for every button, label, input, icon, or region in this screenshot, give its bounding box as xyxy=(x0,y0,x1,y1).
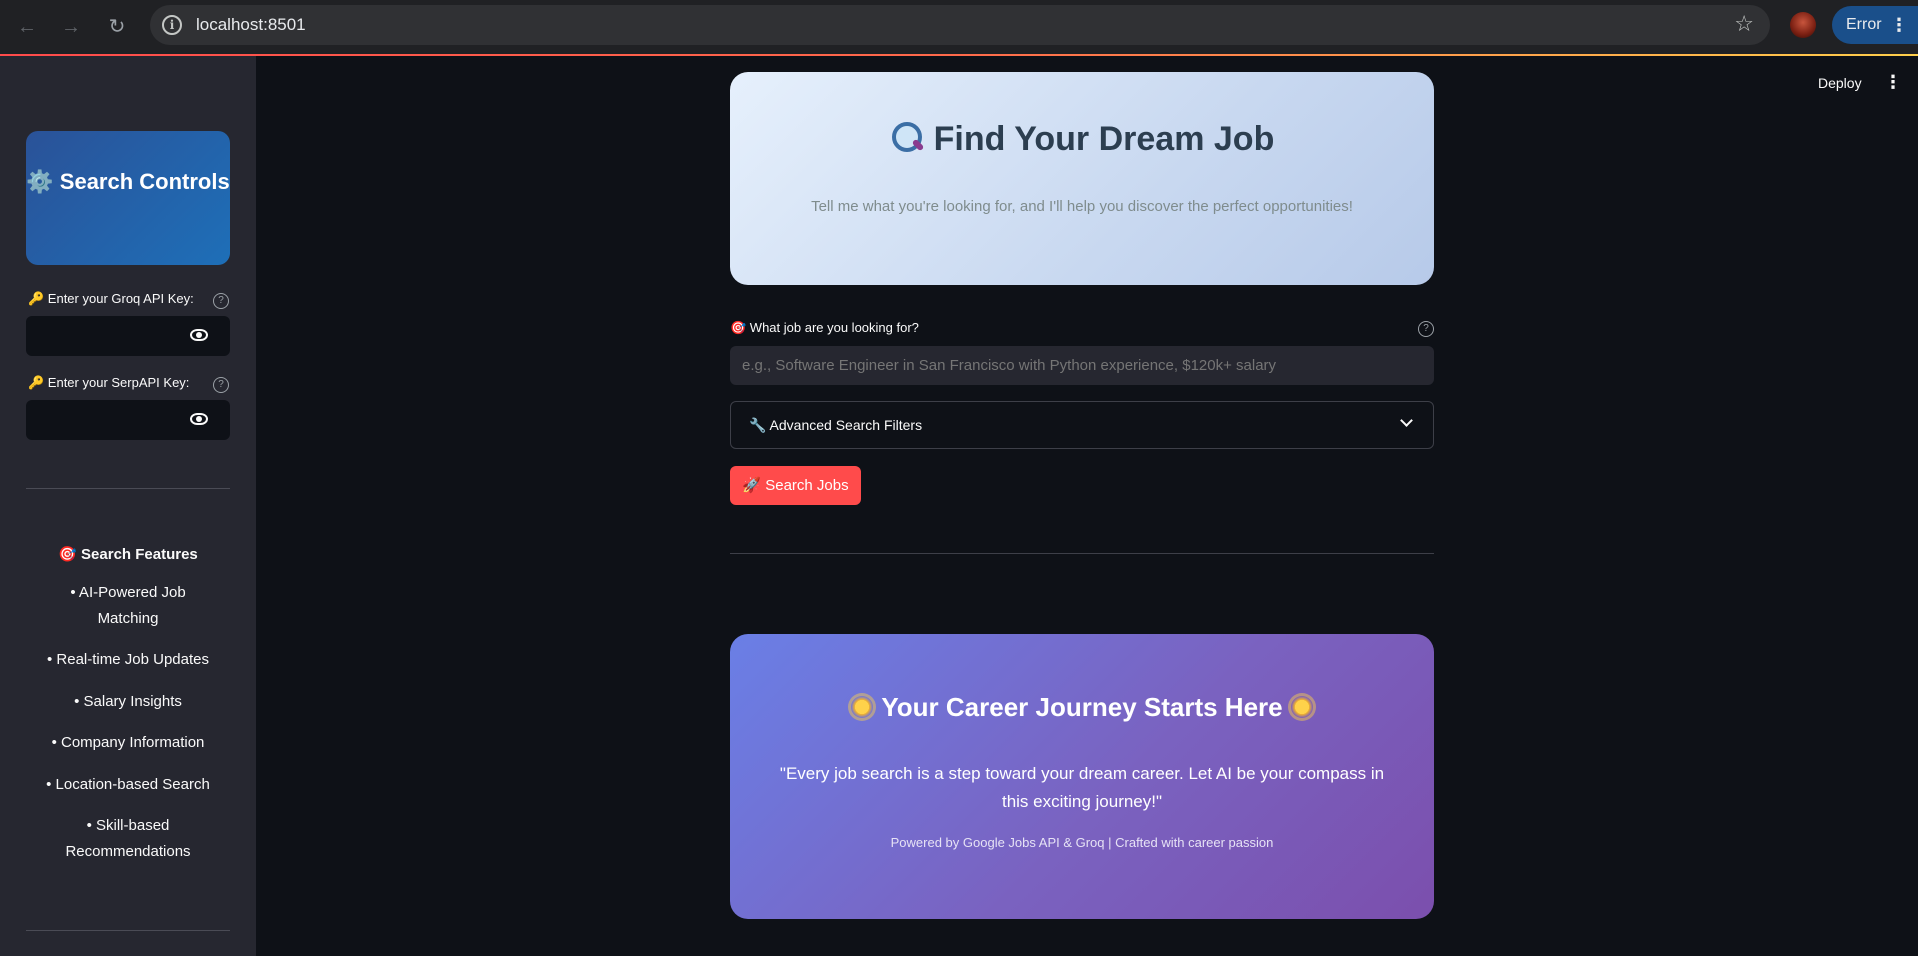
search-controls-title: ⚙️ Search Controls xyxy=(26,169,230,194)
glowing-star-icon xyxy=(1290,696,1313,718)
profile-error-label: Error xyxy=(1846,16,1882,33)
advanced-filters-label: 🔧 Advanced Search Filters xyxy=(749,417,923,433)
feature-item: • Location-based Search xyxy=(46,776,210,793)
serp-key-input[interactable] xyxy=(26,400,230,440)
hero-banner: Find Your Dream Job Tell me what you're … xyxy=(730,72,1434,285)
browser-menu-icon[interactable]: ⋮ xyxy=(1890,6,1908,44)
browser-toolbar: ← → ↻ i localhost:8501 ☆ Error ⋮ xyxy=(0,0,1918,54)
profile-error-button[interactable]: Error ⋮ xyxy=(1832,6,1918,44)
features-title: 🎯 Search Features xyxy=(58,546,198,563)
feature-item: • Company Information xyxy=(51,734,205,751)
glowing-star-icon xyxy=(851,696,874,718)
deploy-button[interactable]: Deploy xyxy=(1818,75,1862,91)
feature-item: • Skill-based Recommendations xyxy=(65,817,191,860)
hero-title-text: Find Your Dream Job xyxy=(933,120,1275,158)
groq-key-label: 🔑 Enter your Groq API Key: xyxy=(28,291,194,306)
main-menu-icon[interactable]: ⋮ xyxy=(1884,72,1902,93)
loading-accent-bar xyxy=(0,54,1918,56)
advanced-filters-expander[interactable]: 🔧 Advanced Search Filters xyxy=(730,401,1434,449)
search-controls-card: ⚙️ Search Controls xyxy=(26,131,230,265)
journey-footer: Powered by Google Jobs API & Groq | Craf… xyxy=(890,835,1274,850)
show-password-eye-icon[interactable] xyxy=(190,329,208,341)
job-query-help-icon[interactable]: ? xyxy=(1418,321,1434,337)
job-query-label: 🎯 What job are you looking for? xyxy=(730,320,919,335)
serp-help-icon[interactable]: ? xyxy=(213,377,229,393)
back-arrow-icon[interactable]: ← xyxy=(14,14,40,40)
career-journey-card: Your Career Journey Starts Here "Every j… xyxy=(730,634,1434,919)
hero-title: Find Your Dream Job xyxy=(730,120,1434,159)
main-divider xyxy=(730,553,1434,554)
sidebar-divider xyxy=(26,930,230,931)
journey-title-text: Your Career Journey Starts Here xyxy=(881,692,1283,722)
job-query-input[interactable] xyxy=(730,346,1434,385)
sidebar: ⚙️ Search Controls 🔑 Enter your Groq API… xyxy=(0,56,256,956)
chevron-down-icon xyxy=(1400,414,1413,427)
forward-arrow-icon[interactable]: → xyxy=(58,14,84,40)
url-text[interactable]: localhost:8501 xyxy=(196,15,306,35)
serp-key-label: 🔑 Enter your SerpAPI Key: xyxy=(28,375,190,390)
magnifying-glass-icon xyxy=(890,120,924,154)
hero-subtitle: Tell me what you're looking for, and I'l… xyxy=(811,198,1353,215)
groq-help-icon[interactable]: ? xyxy=(213,293,229,309)
sidebar-divider xyxy=(26,488,230,489)
groq-key-input[interactable] xyxy=(26,316,230,356)
profile-avatar[interactable] xyxy=(1790,12,1816,38)
show-password-eye-icon[interactable] xyxy=(190,413,208,425)
search-jobs-button[interactable]: 🚀 Search Jobs xyxy=(730,466,861,505)
journey-quote: "Every job search is a step toward your … xyxy=(779,764,1385,811)
feature-item: • Real-time Job Updates xyxy=(47,651,209,668)
address-bar[interactable]: i localhost:8501 ☆ xyxy=(150,5,1770,45)
journey-title: Your Career Journey Starts Here xyxy=(730,692,1434,723)
bookmark-star-icon[interactable]: ☆ xyxy=(1734,11,1754,37)
site-info-icon[interactable]: i xyxy=(162,15,182,35)
feature-item: • Salary Insights xyxy=(74,693,182,710)
feature-item: • AI-Powered Job Matching xyxy=(70,584,186,627)
reload-icon[interactable]: ↻ xyxy=(104,14,130,40)
